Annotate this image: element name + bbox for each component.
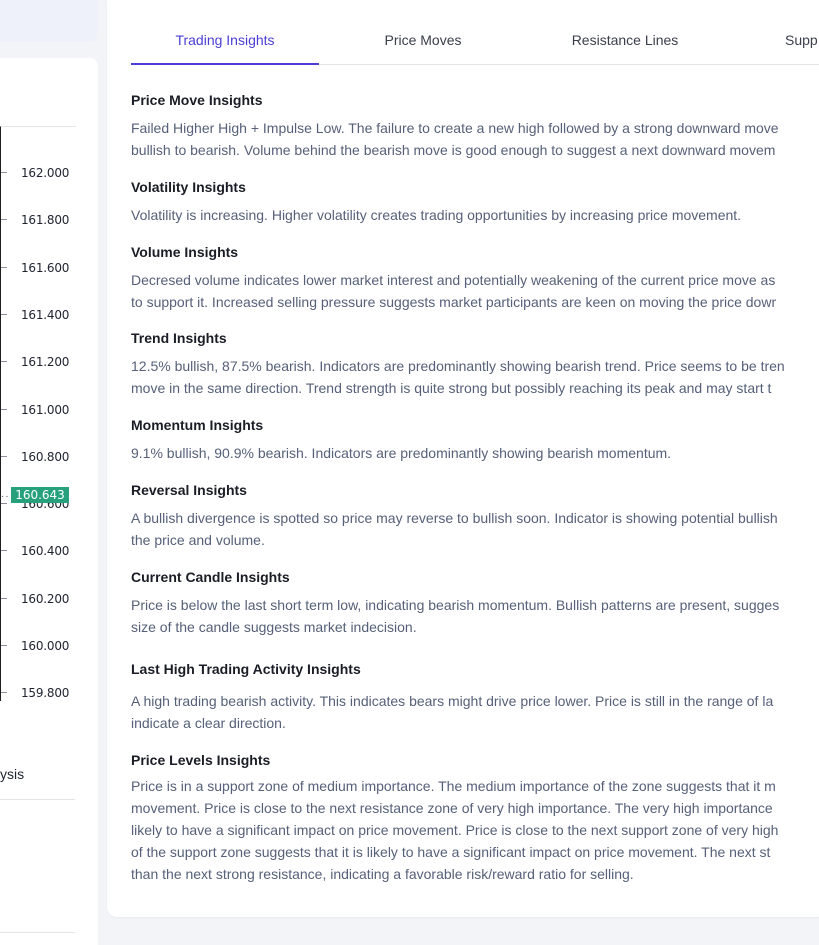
price-axis-tick: 162.000 xyxy=(1,163,76,183)
insight-line: Price is below the last short term low, … xyxy=(131,597,780,613)
price-tick-label: 161.000 xyxy=(21,403,70,417)
price-tick-label: 160.200 xyxy=(21,592,70,606)
tab-price-moves[interactable]: Price Moves xyxy=(359,22,487,64)
insight-section: Volume Insights Decresed volume indicate… xyxy=(131,244,819,313)
insight-line: Volatility is increasing. Higher volatil… xyxy=(131,207,742,223)
insight-body: Volatility is increasing. Higher volatil… xyxy=(131,204,819,226)
insight-body: 12.5% bullish, 87.5% bearish. Indicators… xyxy=(131,355,819,399)
insight-title: Current Candle Insights xyxy=(131,569,290,585)
insight-line: 9.1% bullish, 90.9% bearish. Indicators … xyxy=(131,445,672,461)
price-axis-tick: 161.000 xyxy=(1,400,76,420)
insight-line: bullish to bearish. Volume behind the be… xyxy=(131,142,776,158)
price-tick-label: 161.600 xyxy=(21,261,70,275)
insight-section: Last High Trading Activity Insights A hi… xyxy=(131,661,819,734)
insight-line: Price is in a support zone of medium imp… xyxy=(131,778,776,794)
price-axis-tick: 160.400 xyxy=(1,541,76,561)
price-tick-label: 162.000 xyxy=(21,166,70,180)
price-tick-label: 161.200 xyxy=(21,355,70,369)
tab-bar: Trading Insights Price Moves Resistance … xyxy=(131,22,819,65)
insights-card: Trading Insights Price Moves Resistance … xyxy=(107,0,819,917)
insight-section: Current Candle Insights Price is below t… xyxy=(131,569,819,638)
insight-body: Failed Higher High + Impulse Low. The fa… xyxy=(131,117,819,161)
insight-line: Failed Higher High + Impulse Low. The fa… xyxy=(131,120,779,136)
price-tick-label: 161.800 xyxy=(21,213,70,227)
insight-title: Price Levels Insights xyxy=(131,752,271,768)
insight-line: the price and volume. xyxy=(131,532,265,548)
insight-title: Volatility Insights xyxy=(131,179,246,195)
insight-title: Price Move Insights xyxy=(131,92,263,108)
insight-line: indicate a clear direction. xyxy=(131,715,286,731)
insight-line: A bullish divergence is spotted so price… xyxy=(131,510,778,526)
price-axis-tick: 159.800 xyxy=(1,683,76,703)
insight-body: Decresed volume indicates lower market i… xyxy=(131,269,819,313)
price-tick-label: 160.000 xyxy=(21,639,70,653)
insight-section: Reversal Insights A bullish divergence i… xyxy=(131,482,819,551)
price-tick-label: 161.400 xyxy=(21,308,70,322)
divider xyxy=(0,932,75,933)
insight-section: Price Move Insights Failed Higher High +… xyxy=(131,92,819,161)
insight-line: A high trading bearish activity. This in… xyxy=(131,693,774,709)
price-chart[interactable]: 162.000 161.800 161.600 161.400 161.200 … xyxy=(0,126,76,701)
insight-body: A high trading bearish activity. This in… xyxy=(131,690,819,734)
divider xyxy=(0,799,75,800)
price-axis-tick: 160.200 xyxy=(1,589,76,609)
insight-title: Momentum Insights xyxy=(131,417,264,433)
price-tick-label: 160.800 xyxy=(21,450,70,464)
insight-line: Decresed volume indicates lower market i… xyxy=(131,272,776,288)
insight-section: Trend Insights 12.5% bullish, 87.5% bear… xyxy=(131,330,819,399)
insight-line: than the next strong resistance, indicat… xyxy=(131,866,634,882)
insight-body: Price is in a support zone of medium imp… xyxy=(131,775,819,885)
insight-body: 9.1% bullish, 90.9% bearish. Indicators … xyxy=(131,442,819,464)
price-axis-tick: 161.800 xyxy=(1,210,76,230)
insight-line: move in the same direction. Trend streng… xyxy=(131,380,772,396)
tab-support-lines[interactable]: Supp xyxy=(785,22,819,64)
price-line-marker: ·· xyxy=(1,491,10,502)
insight-body: Price is below the last short term low, … xyxy=(131,594,819,638)
insight-title: Volume Insights xyxy=(131,244,239,260)
price-axis-tick: 160.800 xyxy=(1,447,76,467)
insight-section: Momentum Insights 9.1% bullish, 90.9% be… xyxy=(131,417,819,464)
insight-line: likely to have a significant impact on p… xyxy=(131,822,779,838)
current-price-badge: 160.643 xyxy=(11,487,69,503)
insight-section: Price Levels Insights Price is in a supp… xyxy=(131,752,819,885)
insight-line: size of the candle suggests market indec… xyxy=(131,619,417,635)
left-top-card xyxy=(0,0,98,42)
price-axis-tick: 161.200 xyxy=(1,352,76,372)
insight-title: Trend Insights xyxy=(131,330,227,346)
insight-line: movement. Price is close to the next res… xyxy=(131,800,773,816)
price-tick-label: 159.800 xyxy=(21,686,70,700)
analysis-link[interactable]: ysis xyxy=(0,766,24,782)
price-axis-tick: 161.400 xyxy=(1,305,76,325)
tab-resistance-lines[interactable]: Resistance Lines xyxy=(551,22,699,64)
insight-line: of the support zone suggests that it is … xyxy=(131,844,771,860)
price-axis-tick: 160.000 xyxy=(1,636,76,656)
insight-body: A bullish divergence is spotted so price… xyxy=(131,507,819,551)
insight-title: Last High Trading Activity Insights xyxy=(131,661,361,677)
price-tick-label: 160.400 xyxy=(21,544,70,558)
insight-line: 12.5% bullish, 87.5% bearish. Indicators… xyxy=(131,358,785,374)
tab-trading-insights[interactable]: Trading Insights xyxy=(131,22,319,65)
insight-line: to support it. Increased selling pressur… xyxy=(131,294,777,310)
insight-title: Reversal Insights xyxy=(131,482,247,498)
price-axis-tick: 161.600 xyxy=(1,258,76,278)
insight-section: Volatility Insights Volatility is increa… xyxy=(131,179,819,226)
